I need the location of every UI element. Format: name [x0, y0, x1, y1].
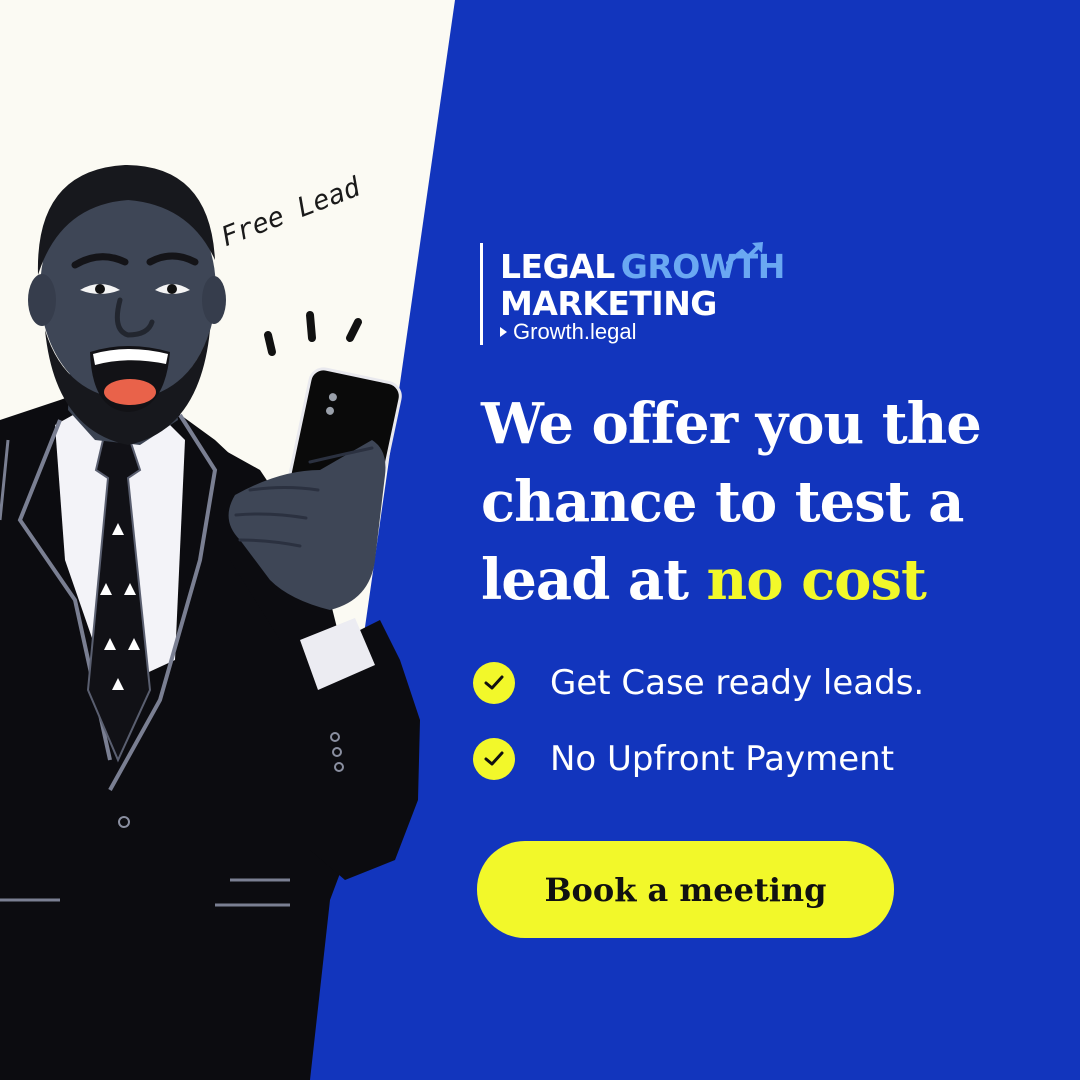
logo-wordmark-line1: LEGAL GROWTH [500, 242, 785, 286]
tongue [104, 379, 156, 405]
headline-line-3: lead at no cost [481, 541, 981, 619]
ear-left [28, 274, 56, 326]
ad-banner: Free Lead LEGAL GROWTH MARKETING Growth.l… [0, 0, 1080, 1080]
logo-divider [480, 243, 483, 345]
benefit-text: No Upfront Payment [550, 739, 895, 779]
growth-arrow-icon [726, 242, 763, 265]
excitement-marks [264, 311, 362, 356]
headline: We offer you the chance to test a lead a… [481, 385, 982, 619]
headline-line-1: We offer you the [481, 391, 982, 457]
book-meeting-button[interactable]: Book a meeting [477, 841, 894, 938]
ear-right [202, 276, 226, 324]
logo-website: Growth.legal [500, 319, 637, 345]
headline-line-3-start: lead at [481, 547, 689, 613]
headline-highlight: no cost [706, 547, 927, 613]
logo-wordmark-line2: MARKETING [500, 284, 717, 323]
play-triangle-icon [500, 327, 507, 337]
check-icon [473, 662, 515, 704]
check-icon [473, 738, 515, 780]
logo-word-legal: LEGAL [500, 247, 615, 286]
logo-website-text: Growth.legal [513, 319, 637, 344]
benefit-text: Get Case ready leads. [550, 663, 925, 703]
headline-line-2: chance to test a [481, 469, 964, 535]
